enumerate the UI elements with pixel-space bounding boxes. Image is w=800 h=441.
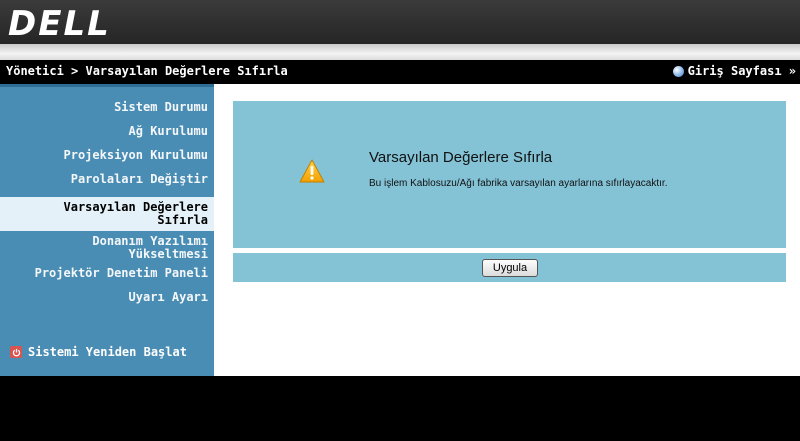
sidebar-nav: Sistem Durumu Ağ Kurulumu Projeksiyon Ku… <box>0 87 214 315</box>
reset-info-panel: Varsayılan Değerlere Sıfırla Bu işlem Ka… <box>233 101 786 248</box>
restart-label: Sistemi Yeniden Başlat <box>28 345 187 359</box>
sidebar-item-label: Sistem Durumu <box>114 100 208 114</box>
sidebar-item-firmware-upgrade[interactable]: Donanım Yazılımı Yükseltmesi <box>0 231 214 267</box>
sidebar-item-label: Uyarı Ayarı <box>128 290 208 304</box>
sidebar-item-alert-settings[interactable]: Uyarı Ayarı <box>0 291 214 315</box>
header-band <box>0 44 800 60</box>
sidebar-item-label-line2: Yükseltmesi <box>128 247 208 261</box>
sidebar-item-label: Parolaları Değiştir <box>70 172 208 186</box>
sidebar-item-label: Projeksiyon Kurulumu <box>63 148 209 162</box>
warning-icon <box>299 159 325 187</box>
sidebar-item-reset-defaults[interactable]: Varsayılan Değerlere Sıfırla <box>0 197 214 231</box>
sidebar: Sistem Durumu Ağ Kurulumu Projeksiyon Ku… <box>0 84 214 376</box>
panel-title: Varsayılan Değerlere Sıfırla <box>369 149 553 166</box>
power-icon <box>10 346 22 358</box>
sidebar-item-control-panel[interactable]: Projektör Denetim Paneli <box>0 267 214 291</box>
apply-button[interactable]: Uygula <box>482 259 538 277</box>
panel-description: Bu işlem Kablosuzu/Ağı fabrika varsayıla… <box>369 178 668 189</box>
home-link-label: Giriş Sayfası » <box>687 64 796 78</box>
breadcrumb: Yönetici > Varsayılan Değerlere Sıfırla <box>6 64 288 78</box>
sidebar-item-label-line2: Sıfırla <box>157 213 208 227</box>
sidebar-item-system-status[interactable]: Sistem Durumu <box>0 101 214 125</box>
sidebar-item-label: Ağ Kurulumu <box>128 124 208 138</box>
home-link[interactable]: Giriş Sayfası » <box>672 64 796 78</box>
header: DELL <box>0 0 800 60</box>
sidebar-item-change-password[interactable]: Parolaları Değiştir <box>0 173 214 197</box>
sidebar-item-label: Projektör Denetim Paneli <box>34 266 208 280</box>
sidebar-item-network-setup[interactable]: Ağ Kurulumu <box>0 125 214 149</box>
action-bar: Uygula <box>233 253 786 282</box>
restart-system-link[interactable]: Sistemi Yeniden Başlat <box>10 345 187 359</box>
title-bar: Yönetici > Varsayılan Değerlere Sıfırla … <box>0 60 800 84</box>
footer <box>0 376 800 441</box>
dell-logo: DELL <box>8 4 111 44</box>
globe-icon <box>672 65 684 77</box>
sidebar-item-projection-setup[interactable]: Projeksiyon Kurulumu <box>0 149 214 173</box>
